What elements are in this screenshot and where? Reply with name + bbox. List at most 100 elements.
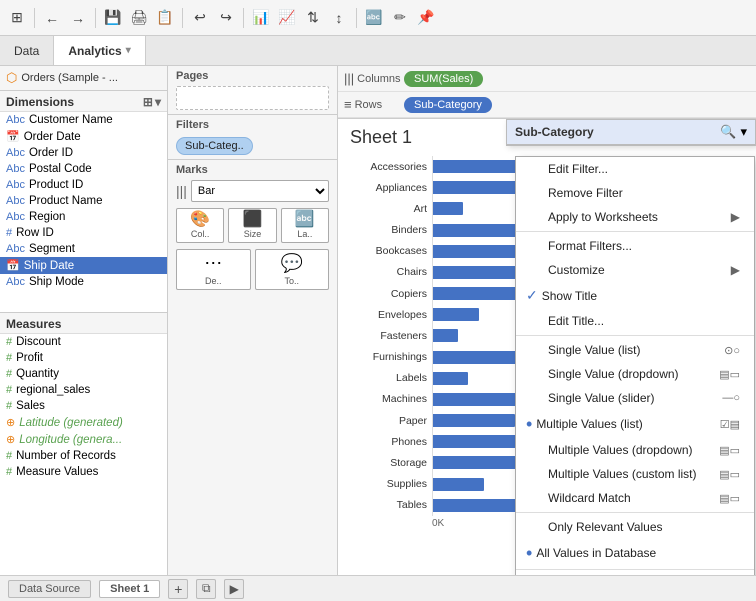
field-quantity[interactable]: # Quantity — [0, 366, 167, 382]
chart2-icon[interactable]: 📈 — [276, 7, 298, 29]
field-row-id[interactable]: # Row ID — [0, 225, 167, 241]
field-label: Row ID — [16, 227, 54, 239]
field-type-abc: Abc — [6, 195, 25, 207]
save-icon[interactable]: 💾 — [102, 7, 124, 29]
field-segment[interactable]: Abc Segment — [0, 241, 167, 257]
ctx-remove-filter[interactable]: Remove Filter — [516, 181, 754, 205]
bar-fasteners[interactable] — [432, 329, 458, 342]
ctx-all-values[interactable]: • All Values in Database — [516, 539, 754, 567]
field-label: Number of Records — [16, 450, 116, 462]
ctx-format-filters[interactable]: Format Filters... — [516, 234, 754, 258]
marks-size-button[interactable]: ⬛ Size — [228, 208, 276, 243]
context-menu: Edit Filter... Remove Filter Apply to Wo… — [515, 156, 755, 575]
copy-icon[interactable]: 📋 — [154, 7, 176, 29]
filter-menu-icon[interactable]: ▾ — [740, 124, 747, 140]
field-type-cal: 📅 — [6, 259, 20, 272]
status-tab-sheet1[interactable]: Sheet 1 — [99, 580, 160, 598]
cat-binders: Binders — [350, 224, 427, 236]
field-ship-date[interactable]: 📅 Ship Date — [0, 257, 167, 274]
bar-art[interactable] — [432, 202, 463, 215]
ctx-single-dropdown[interactable]: Single Value (dropdown) ▤▭ — [516, 362, 754, 386]
marks-tooltip-button[interactable]: 💬 To.. — [255, 249, 330, 290]
tab-analytics[interactable]: Analytics ▾ — [54, 36, 145, 65]
marks-detail-button[interactable]: ⋯ De.. — [176, 249, 251, 290]
duplicate-sheet-button[interactable]: ⧉ — [196, 579, 216, 599]
undo-icon[interactable]: ↩ — [189, 7, 211, 29]
field-type-abc: Abc — [6, 114, 25, 126]
ctx-only-relevant[interactable]: Only Relevant Values — [516, 515, 754, 539]
field-sales[interactable]: # Sales — [0, 398, 167, 414]
bar-paper[interactable] — [432, 414, 515, 427]
forward-icon[interactable]: → — [67, 7, 89, 29]
field-discount[interactable]: # Discount — [0, 334, 167, 350]
bar-envelopes[interactable] — [432, 308, 479, 321]
field-regional-sales[interactable]: # regional_sales — [0, 382, 167, 398]
field-profit[interactable]: # Profit — [0, 350, 167, 366]
add-sheet-button[interactable]: + — [168, 579, 188, 599]
field-postal-code[interactable]: Abc Postal Code — [0, 161, 167, 177]
bar-supplies[interactable] — [432, 478, 484, 491]
bar-labels[interactable] — [432, 372, 468, 385]
field-label: Ship Mode — [29, 276, 84, 288]
ctx-apply-worksheets[interactable]: Apply to Worksheets ▶ — [516, 205, 754, 229]
dimensions-grid-icon[interactable]: ⊞ — [143, 95, 153, 109]
ctx-wildcard[interactable]: Wildcard Match ▤▭ — [516, 486, 754, 510]
ctx-customize-label: Customize — [548, 263, 605, 277]
field-ship-mode[interactable]: Abc Ship Mode — [0, 274, 167, 290]
field-label: Ship Date — [24, 260, 75, 272]
dimensions-sort-icon[interactable]: ▾ — [155, 95, 161, 109]
field-region[interactable]: Abc Region — [0, 209, 167, 225]
ctx-edit-title[interactable]: Edit Title... — [516, 309, 754, 333]
ctx-multi-custom[interactable]: Multiple Values (custom list) ▤▭ — [516, 462, 754, 486]
field-customer-name[interactable]: Abc Customer Name — [0, 112, 167, 128]
ctx-remove-filter-label: Remove Filter — [548, 186, 623, 200]
field-product-id[interactable]: Abc Product ID — [0, 177, 167, 193]
filter-search-icon[interactable]: 🔍 — [720, 124, 736, 140]
ctx-include-values[interactable]: Include Values — [516, 572, 754, 575]
edit-icon[interactable]: ✏ — [389, 7, 411, 29]
sort1-icon[interactable]: ⇅ — [302, 7, 324, 29]
field-order-id[interactable]: Abc Order ID — [0, 145, 167, 161]
ctx-multi-dropdown[interactable]: Multiple Values (dropdown) ▤▭ — [516, 438, 754, 462]
columns-pill[interactable]: SUM(Sales) — [404, 71, 483, 87]
pin-icon[interactable]: 📌 — [415, 7, 437, 29]
ctx-multi-list[interactable]: • Multiple Values (list) ☑▤ — [516, 410, 754, 438]
status-tab-sheet1-label: Sheet 1 — [110, 583, 149, 595]
back-icon[interactable]: ← — [41, 7, 63, 29]
marks-type-select[interactable]: Bar — [191, 180, 329, 202]
data-source-bar[interactable]: ⬡ Orders (Sample - ... — [0, 66, 167, 91]
columns-text: Columns — [357, 73, 400, 85]
status-tab-datasource[interactable]: Data Source — [8, 580, 91, 598]
field-type-abc: Abc — [6, 276, 25, 288]
marks-tooltip-icon: 💬 — [281, 253, 303, 275]
text-icon[interactable]: 🔤 — [363, 7, 385, 29]
marks-color-button[interactable]: 🎨 Col.. — [176, 208, 224, 243]
filters-title: Filters — [176, 119, 329, 131]
rows-pill[interactable]: Sub-Category — [404, 97, 492, 113]
menu-icon[interactable]: ⊞ — [6, 7, 28, 29]
ctx-single-list[interactable]: Single Value (list) ⊙○ — [516, 338, 754, 362]
marks-detail-grid: ⋯ De.. 💬 To.. — [176, 249, 329, 290]
ctx-customize[interactable]: Customize ▶ — [516, 258, 754, 282]
chart1-icon[interactable]: 📊 — [250, 7, 272, 29]
field-longitude[interactable]: ⊕ Longitude (genera... — [0, 431, 167, 448]
marks-label-button[interactable]: 🔤 La.. — [281, 208, 329, 243]
field-order-date[interactable]: 📅 Order Date — [0, 128, 167, 145]
field-latitude[interactable]: ⊕ Latitude (generated) — [0, 414, 167, 431]
ctx-single-slider[interactable]: Single Value (slider) —○ — [516, 386, 754, 410]
sort2-icon[interactable]: ↕ — [328, 7, 350, 29]
ctx-show-title[interactable]: ✓ Show Title — [516, 282, 754, 309]
filter-pill-sub-category[interactable]: Sub-Categ.. — [176, 137, 253, 155]
pages-drop-zone[interactable] — [176, 86, 329, 110]
print-icon[interactable]: 🖨 — [128, 7, 150, 29]
field-number-of-records[interactable]: # Number of Records — [0, 448, 167, 464]
ctx-edit-filter[interactable]: Edit Filter... — [516, 157, 754, 181]
present-mode-button[interactable]: ▶ — [224, 579, 244, 599]
chart-area: Sheet 1 Accessories Appliances Art Binde… — [338, 119, 756, 575]
cat-phones: Phones — [350, 436, 427, 448]
bar-tables[interactable] — [432, 499, 520, 512]
field-product-name[interactable]: Abc Product Name — [0, 193, 167, 209]
tab-data[interactable]: Data — [0, 36, 54, 65]
redo-icon[interactable]: ↪ — [215, 7, 237, 29]
field-measure-values[interactable]: # Measure Values — [0, 464, 167, 480]
